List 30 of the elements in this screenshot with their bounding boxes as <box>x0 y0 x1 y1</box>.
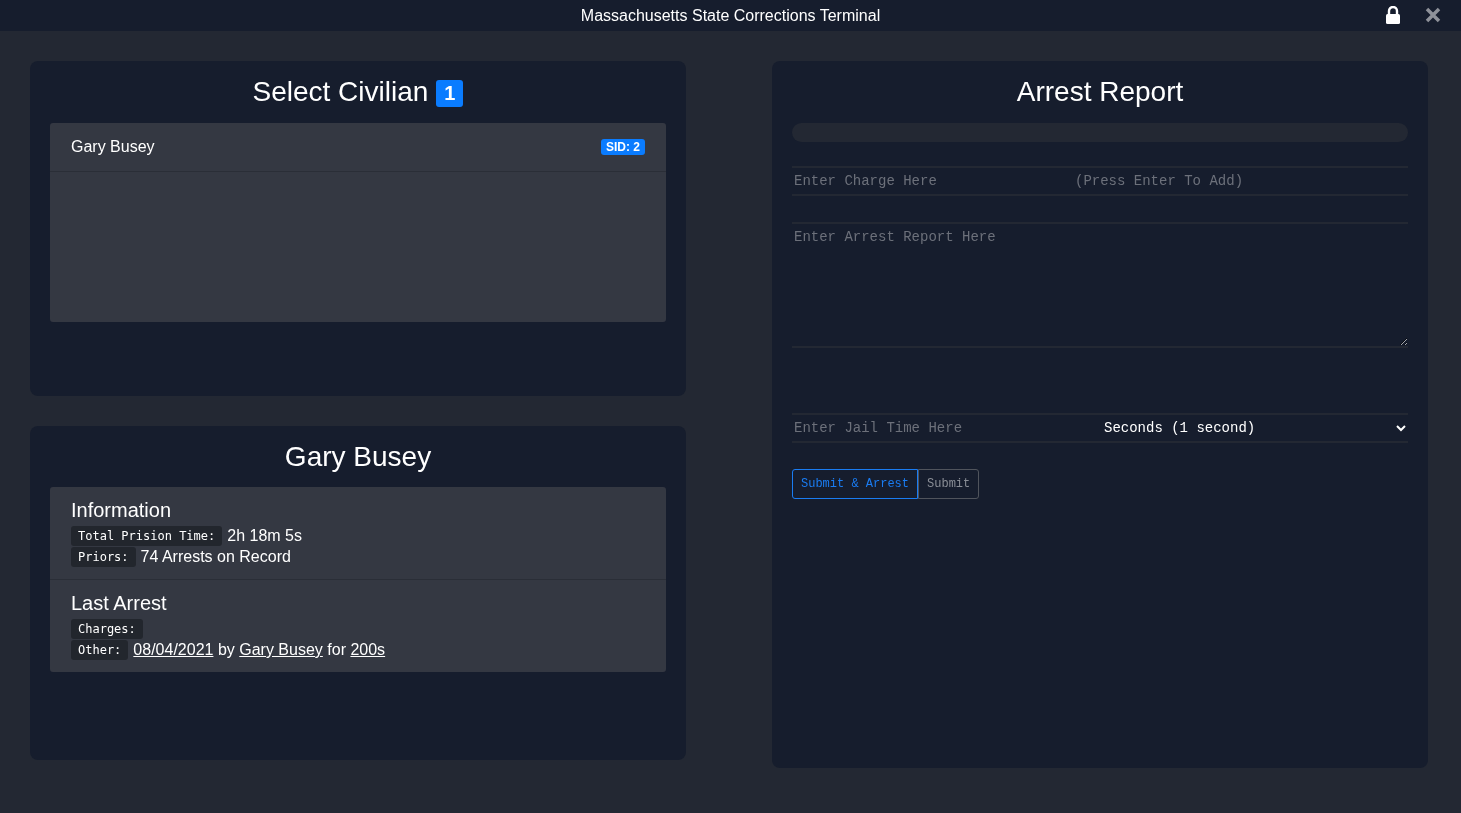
civilian-item[interactable]: Gary Busey SID: 2 <box>50 123 666 172</box>
count-badge: 1 <box>436 80 464 107</box>
jail-time-field[interactable]: Enter Jail Time Here <box>792 420 1104 436</box>
window-title: Massachusetts State Corrections Terminal <box>580 6 881 25</box>
submit-button[interactable]: Submit <box>918 469 980 499</box>
field-hint: (Press Enter To Add) <box>1075 173 1245 189</box>
record-link[interactable]: 08/04/2021 <box>133 641 214 658</box>
submit-button[interactable]: Submit & Arrest <box>792 469 919 499</box>
civilian-name: Gary Busey <box>71 138 155 156</box>
section-title: Information <box>71 499 173 522</box>
close-icon[interactable] <box>1425 7 1441 23</box>
record-link[interactable]: Gary Busey <box>239 641 323 658</box>
record-link[interactable]: 200s <box>350 641 386 658</box>
field-value: 74 Arrests on Record <box>140 548 291 566</box>
field-value: 08/04/2021 by Gary Busey for 200s <box>133 641 386 659</box>
section-title: Last Arrest <box>71 592 168 615</box>
unit-select[interactable]: Seconds (1 second) <box>1104 420 1408 436</box>
chevron-down-icon <box>1396 424 1406 432</box>
field-label: Priors: <box>71 547 136 567</box>
report-field[interactable]: Enter Arrest Report Here <box>792 222 1408 348</box>
field-label: Charges: <box>71 619 143 639</box>
field-label: Total Prision Time: <box>71 526 223 546</box>
field-value: 2h 18m 5s <box>227 527 302 545</box>
card-title: Gary Busey <box>284 440 432 473</box>
lock-icon[interactable] <box>1385 6 1401 24</box>
card-title: Select Civilian <box>252 76 429 108</box>
sid-badge: SID: 2 <box>601 139 645 155</box>
charge-field[interactable]: Enter Charge Here <box>792 173 1075 189</box>
field-label: Other: <box>71 640 129 660</box>
card-title: Arrest Report <box>1016 76 1184 108</box>
